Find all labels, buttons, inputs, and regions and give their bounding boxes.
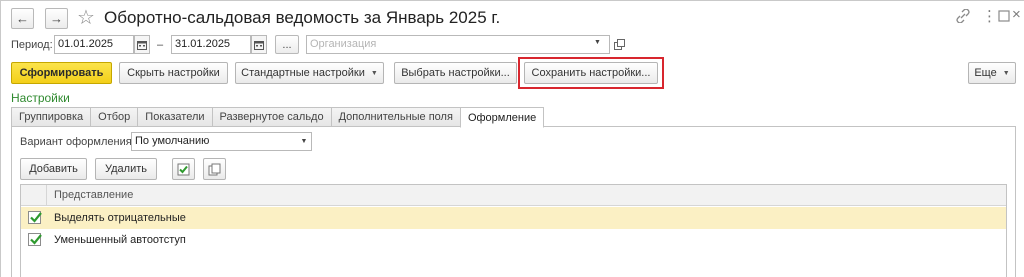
variant-label: Вариант оформления:: [20, 136, 135, 148]
calendar-icon: [254, 40, 264, 50]
table-header: Представление: [21, 185, 1006, 206]
variant-select[interactable]: По умолчанию ▼: [131, 132, 312, 151]
tab-grouping[interactable]: Группировка: [11, 107, 91, 127]
page-title: Оборотно-сальдовая ведомость за Январь 2…: [104, 8, 501, 27]
chevron-down-icon: ▼: [1002, 69, 1010, 77]
settings-tabs: Группировка Отбор Показатели Развернутое…: [11, 107, 545, 128]
copy-icon: [208, 163, 221, 175]
period-select-button[interactable]: ...: [275, 35, 299, 54]
organization-input[interactable]: Организация: [306, 35, 610, 54]
arrow-left-icon: ←: [16, 11, 29, 26]
star-icon[interactable]: ☆: [77, 5, 95, 30]
calendar-to-button[interactable]: [251, 35, 267, 54]
chevron-down-icon[interactable]: ▼: [297, 133, 311, 150]
add-button[interactable]: Добавить: [20, 158, 87, 180]
calendar-icon: [137, 40, 147, 50]
row-label: Уменьшенный автоотступ: [54, 234, 186, 246]
standard-settings-label: Стандартные настройки: [241, 67, 365, 79]
vertical-dots-icon[interactable]: ⋮: [982, 7, 997, 25]
report-window: ← → ☆ Оборотно-сальдовая ведомость за Ян…: [0, 0, 1024, 277]
table-row[interactable]: Выделять отрицательные: [21, 207, 1006, 229]
table-row[interactable]: Уменьшенный автоотступ: [21, 229, 1006, 251]
arrow-right-icon: →: [50, 11, 63, 26]
delete-button[interactable]: Удалить: [95, 158, 157, 180]
row-label: Выделять отрицательные: [54, 212, 186, 224]
generate-button[interactable]: Сформировать: [11, 62, 112, 84]
tab-filter[interactable]: Отбор: [90, 107, 138, 127]
back-button[interactable]: ←: [11, 8, 34, 29]
checkmark-icon: [30, 212, 42, 223]
check-all-button[interactable]: [172, 158, 195, 180]
check-all-icon: [177, 163, 190, 175]
column-header-representation[interactable]: Представление: [54, 189, 133, 201]
close-icon[interactable]: ×: [1012, 6, 1021, 23]
choose-settings-button[interactable]: Выбрать настройки...: [394, 62, 517, 84]
more-button[interactable]: Еще ▼: [968, 62, 1016, 84]
chevron-down-icon: ▼: [370, 69, 378, 77]
hide-settings-button[interactable]: Скрыть настройки: [119, 62, 228, 84]
open-organization-button[interactable]: [611, 35, 627, 54]
calendar-from-button[interactable]: [134, 35, 150, 54]
highlight-frame: [518, 57, 664, 89]
column-separator: [46, 185, 47, 206]
tab-indicators[interactable]: Показатели: [137, 107, 212, 127]
copy-button[interactable]: [203, 158, 226, 180]
open-icon: [613, 39, 625, 50]
variant-value: По умолчанию: [135, 135, 210, 147]
chevron-down-icon[interactable]: ▼: [594, 39, 601, 46]
settings-section-title: Настройки: [11, 91, 70, 105]
tab-expanded-balance[interactable]: Развернутое сальдо: [211, 107, 331, 127]
design-table: Представление Выделять отрицательные Уме…: [20, 184, 1007, 277]
maximize-icon[interactable]: [998, 9, 1010, 25]
tab-design[interactable]: Оформление: [459, 107, 545, 128]
more-label: Еще: [974, 67, 997, 79]
tab-additional-fields[interactable]: Дополнительные поля: [330, 107, 460, 127]
period-from-input[interactable]: 01.01.2025: [54, 35, 134, 54]
period-label: Период:: [11, 39, 53, 51]
standard-settings-button[interactable]: Стандартные настройки ▼: [235, 62, 384, 84]
checkmark-icon: [30, 234, 42, 245]
period-to-input[interactable]: 31.01.2025: [171, 35, 251, 54]
row-checkbox[interactable]: [28, 233, 42, 246]
period-dash: –: [157, 39, 164, 51]
link-icon[interactable]: [956, 8, 970, 26]
row-checkbox[interactable]: [28, 211, 42, 224]
forward-button[interactable]: →: [45, 8, 68, 29]
